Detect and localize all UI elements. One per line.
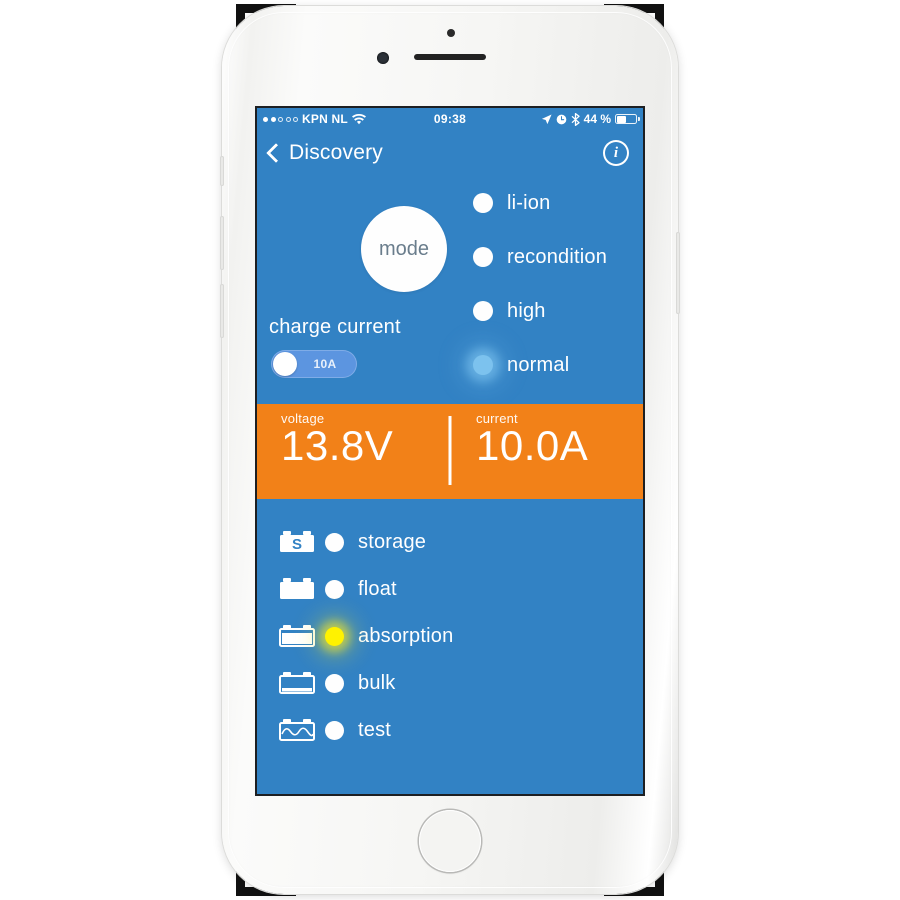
mute-switch[interactable] [220,156,224,186]
radio-dot-icon [473,301,493,321]
earpiece-speaker [414,54,486,60]
battery-bulk-icon [279,671,321,697]
measurement-readout-panel: voltage 13.8V current 10.0A [257,404,643,499]
power-button[interactable] [676,232,680,314]
mode-button-label: mode [378,237,430,260]
toggle-knob [273,352,297,376]
mode-option-recondition[interactable]: recondition [473,230,643,284]
navigation-bar: Discovery i [257,130,643,176]
back-button[interactable]: Discovery [266,141,383,165]
charge-state-label: float [358,578,397,600]
volume-up-button[interactable] [220,216,224,270]
info-glyph: i [613,144,619,161]
chevron-left-icon [266,143,286,163]
battery-test-icon [279,718,321,744]
state-indicator-dot-active [325,627,344,646]
current-label: current [476,411,518,426]
alarm-clock-icon [556,114,567,124]
svg-text:S: S [292,536,302,553]
info-circle-icon[interactable]: i [603,140,629,166]
bluetooth-icon [571,112,580,126]
mode-option-label: li-ion [507,191,551,214]
volume-down-button[interactable] [220,284,224,338]
phone-device: KPN NL 09:38 44 % Discovery i mode li-io… [220,6,680,894]
charge-state-absorption[interactable]: absorption [279,613,643,660]
radio-dot-icon [473,247,493,267]
mode-option-label: high [507,299,546,322]
charge-state-test[interactable]: test [279,707,643,754]
front-camera [377,52,389,64]
status-bar: KPN NL 09:38 44 % [257,108,643,130]
charge-state-label: test [358,719,392,741]
status-bar-right: 44 % [466,112,641,126]
voltage-label: voltage [281,411,325,426]
charge-state-label: absorption [358,625,454,647]
radio-dot-icon-active [473,355,493,375]
voltage-readout: voltage 13.8V [257,404,448,499]
state-indicator-dot [325,721,344,740]
home-button[interactable] [419,810,481,872]
battery-percent-label: 44 % [583,112,612,126]
charge-state-label: storage [358,531,427,553]
mode-button[interactable]: mode [361,206,447,292]
mode-option-label: recondition [507,245,608,268]
battery-absorption-icon [279,624,321,650]
back-button-label: Discovery [289,141,383,164]
mode-option-label: normal [507,353,570,376]
carrier-label: KPN NL [302,112,348,126]
charge-state-float[interactable]: float [279,566,643,613]
charge-state-storage[interactable]: S storage [279,519,643,566]
location-arrow-icon [541,114,552,124]
battery-icon [615,114,641,124]
wifi-icon [351,113,366,124]
phone-screen: KPN NL 09:38 44 % Discovery i mode li-io… [257,108,643,794]
voltage-value: 13.8V [281,422,394,469]
charge-current-value: 10A [313,357,337,371]
mode-option-normal[interactable]: normal [473,338,643,392]
state-indicator-dot [325,580,344,599]
charge-state-list: S storage float absorption bulk test [257,499,643,754]
mode-option-high[interactable]: high [473,284,643,338]
charge-current-toggle[interactable]: 10A [271,350,357,378]
clock-label: 09:38 [433,112,467,126]
charge-state-label: bulk [358,672,396,694]
mode-options-list: li-ion recondition high normal [473,176,643,392]
charge-state-bulk[interactable]: bulk [279,660,643,707]
current-readout: current 10.0A [448,404,643,499]
battery-storage-icon: S [279,530,321,556]
battery-full-icon [279,577,321,603]
state-indicator-dot [325,533,344,552]
mode-option-li-ion[interactable]: li-ion [473,176,643,230]
mode-section: mode li-ion recondition high normal char… [257,176,643,404]
signal-strength-icon [263,116,298,122]
charge-current-label: charge current [269,316,401,338]
status-bar-left: KPN NL [263,112,434,126]
proximity-sensor [447,29,455,37]
radio-dot-icon [473,193,493,213]
state-indicator-dot [325,674,344,693]
current-value: 10.0A [476,422,589,469]
